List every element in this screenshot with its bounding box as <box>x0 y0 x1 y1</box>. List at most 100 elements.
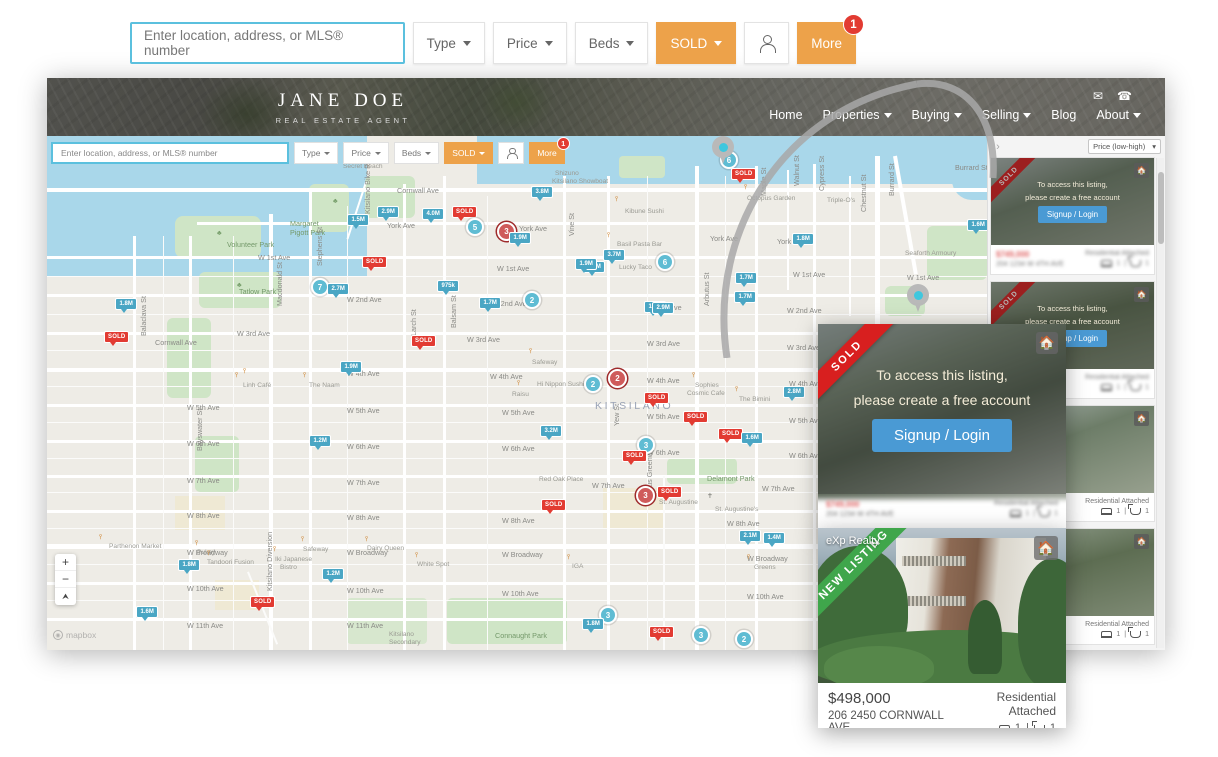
filter-price-label: Price <box>506 35 538 51</box>
map-price-marker[interactable]: 2.9M <box>652 302 675 317</box>
road-yew <box>607 176 610 650</box>
search-input[interactable]: Enter location, address, or MLS® number <box>130 22 405 64</box>
zoom-out-button[interactable]: − <box>55 571 76 588</box>
map-price-marker[interactable]: 1.8M <box>792 233 815 248</box>
map-price-marker[interactable]: 4.0M <box>422 208 445 223</box>
account-button[interactable] <box>744 22 790 64</box>
map-search-input[interactable]: Enter location, address, or MLS® number <box>51 142 289 164</box>
filter-count-badge: 1 <box>843 14 864 35</box>
map-sold-marker[interactable]: SOLD <box>104 331 130 346</box>
map-sold-marker[interactable]: SOLD <box>731 168 757 183</box>
filter-price-button[interactable]: Price <box>492 22 567 64</box>
signup-login-button[interactable]: Signup / Login <box>872 418 1012 452</box>
map-price-marker[interactable]: 2.7M <box>327 283 350 298</box>
home-icon[interactable]: 🏠 <box>1036 332 1058 354</box>
map-label: Safeway <box>303 546 329 553</box>
map-price-marker[interactable]: 3.7M <box>603 249 626 264</box>
map-cluster-marker[interactable]: 3 <box>636 486 655 505</box>
home-icon[interactable]: 🏠 <box>1134 534 1149 549</box>
map-price-marker[interactable]: 2.9M <box>377 206 400 221</box>
sort-dropdown[interactable]: Price (low-high) ▾ <box>1088 139 1161 154</box>
map-price-marker[interactable]: 1.5M <box>347 214 370 229</box>
nav-item-selling[interactable]: Selling <box>982 108 1032 122</box>
map-sold-marker[interactable]: SOLD <box>622 450 648 465</box>
map-sold-marker[interactable]: SOLD <box>683 411 709 426</box>
map-location-pin[interactable] <box>712 136 734 164</box>
filter-beds-button[interactable]: Beds <box>574 22 649 64</box>
map-price-marker[interactable]: 2.8M <box>783 386 806 401</box>
map-price-marker[interactable]: 1.8M <box>178 559 201 574</box>
property-card-sold[interactable]: SOLD To access this listing, please crea… <box>818 324 1066 534</box>
filter-type-button[interactable]: Type <box>412 22 485 64</box>
map-sold-marker[interactable]: SOLD <box>250 596 276 611</box>
brand-logo[interactable]: JANE DOE REAL ESTATE AGENT <box>232 90 454 125</box>
map-location-pin[interactable] <box>907 284 929 312</box>
map-label: Walnut St <box>792 155 801 186</box>
map-sold-marker[interactable]: SOLD <box>452 206 478 221</box>
map-filter-type-button[interactable]: Type <box>294 142 339 164</box>
nav-item-properties[interactable]: Properties <box>823 108 892 122</box>
map-cluster-marker[interactable]: 5 <box>466 218 484 236</box>
map-cluster-marker[interactable]: 6 <box>656 253 674 271</box>
more-filters-button[interactable]: More 1 <box>797 14 864 64</box>
listing-card[interactable]: SOLD To access this listing, please create… <box>990 157 1155 275</box>
map-sold-marker[interactable]: SOLD <box>649 626 675 641</box>
map-price-marker[interactable]: 1.4M <box>763 532 786 547</box>
map-cluster-marker[interactable]: 2 <box>608 369 627 388</box>
home-icon[interactable]: 🏠 <box>1134 287 1149 302</box>
sidebar-scrollbar[interactable] <box>1156 158 1164 648</box>
zoom-in-button[interactable]: + <box>55 554 76 571</box>
sidebar-collapse-toggle[interactable]: › <box>992 141 1004 153</box>
map-price-marker[interactable]: 975k <box>437 280 460 295</box>
mapbox-attribution[interactable]: ◉ mapbox <box>53 630 96 640</box>
map-price-marker[interactable]: 1.6M <box>741 432 764 447</box>
map-price-marker[interactable]: 1.7M <box>479 297 502 312</box>
road-lane-a <box>47 276 987 278</box>
map-sold-marker[interactable]: SOLD <box>362 256 388 271</box>
map-price-marker[interactable]: 2.1M <box>739 530 762 545</box>
mail-icon[interactable]: ✉ <box>1093 89 1103 103</box>
phone-icon[interactable]: ☎ <box>1117 89 1132 103</box>
map-price-marker[interactable]: 1.8M <box>115 298 138 313</box>
bath-count: 1 <box>1145 508 1149 515</box>
scrollbar-thumb[interactable] <box>1158 172 1164 244</box>
map-price-marker[interactable]: 1.9M <box>575 258 598 273</box>
map-sold-marker[interactable]: SOLD <box>718 428 744 443</box>
nav-item-about[interactable]: About <box>1096 108 1141 122</box>
nav-item-home[interactable]: Home <box>769 108 802 122</box>
map-price-marker[interactable]: 1.2M <box>309 435 332 450</box>
map-price-marker[interactable]: 3.2M <box>540 425 563 440</box>
map-filter-price-button[interactable]: Price <box>343 142 389 164</box>
map-account-button[interactable] <box>498 142 525 164</box>
home-icon[interactable]: 🏠 <box>1134 163 1149 178</box>
map-price-marker[interactable]: 3.8M <box>531 186 554 201</box>
map-filter-beds-button[interactable]: Beds <box>393 142 440 164</box>
map-sold-marker[interactable]: SOLD <box>657 486 683 501</box>
property-card-new-listing[interactable]: NEW LISTING eXp Realty 🏠 $498,000 206 24… <box>818 528 1066 728</box>
map-sold-marker[interactable]: SOLD <box>411 335 437 350</box>
map-price-marker[interactable]: 1.6M <box>967 219 987 234</box>
map-price-marker[interactable]: 1.2M <box>322 568 345 583</box>
signup-login-button[interactable]: Signup / Login <box>1037 206 1108 223</box>
map-more-filters-button[interactable]: More 1 <box>529 137 570 164</box>
map-price-marker[interactable]: 1.7M <box>735 272 758 287</box>
map-price-marker[interactable]: 1.7M <box>734 291 757 306</box>
nav-item-buying[interactable]: Buying <box>912 108 962 122</box>
filter-sold-button[interactable]: SOLD <box>656 22 737 64</box>
map-price-marker[interactable]: 1.8M <box>582 618 605 633</box>
map-sold-marker[interactable]: SOLD <box>541 499 567 514</box>
home-icon[interactable]: 🏠 <box>1134 411 1149 426</box>
map-cluster-marker[interactable]: 2 <box>735 630 753 648</box>
map-cluster-marker[interactable]: 2 <box>584 375 602 393</box>
map-filter-sold-button[interactable]: SOLD <box>444 142 494 164</box>
map-cluster-marker[interactable]: 3 <box>692 626 710 644</box>
map-sold-marker[interactable]: SOLD <box>644 392 670 407</box>
map-price-marker[interactable]: 1.9M <box>509 232 532 247</box>
home-icon[interactable]: 🏠 <box>1034 536 1058 560</box>
map-price-marker[interactable]: 1.9M <box>340 361 363 376</box>
map-price-marker[interactable]: 1.6M <box>136 606 159 621</box>
compass-button[interactable]: ⮝ <box>55 588 76 605</box>
road-lane-v6 <box>725 176 727 650</box>
nav-item-blog[interactable]: Blog <box>1051 108 1076 122</box>
map-cluster-marker[interactable]: 2 <box>523 291 541 309</box>
